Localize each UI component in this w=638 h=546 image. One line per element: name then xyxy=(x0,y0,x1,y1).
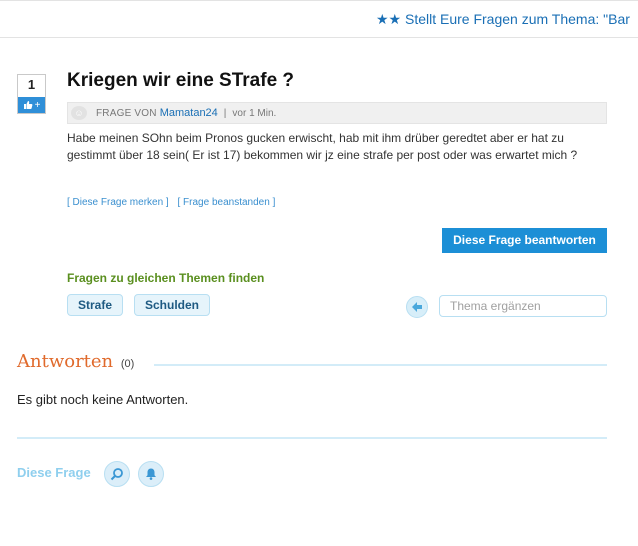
vote-box: 1 + xyxy=(17,74,46,114)
follow-question-button[interactable] xyxy=(138,461,164,487)
add-topic-input[interactable] xyxy=(439,295,607,317)
meta-separator: | xyxy=(223,107,227,119)
topic-tag-schulden[interactable]: Schulden xyxy=(134,294,211,316)
question-meta: ☺ Frage von Mamatan24 | vor 1 Min. xyxy=(67,102,607,124)
question-actions: [ Diese Frage merken ] [ Frage beanstand… xyxy=(67,197,281,208)
report-question-link[interactable]: [ Frage beanstanden ] xyxy=(178,197,276,208)
author-link[interactable]: Mamatan24 xyxy=(160,107,218,119)
ticker-text[interactable]: ★★ Stellt Eure Fragen zum Thema: "Bar xyxy=(376,11,630,28)
question-title: Kriegen wir eine STrafe ? xyxy=(67,70,295,91)
footer-label: Diese Frage xyxy=(17,465,91,480)
related-topics-heading[interactable]: Fragen zu gleichen Themen finden xyxy=(67,271,264,285)
search-question-button[interactable] xyxy=(104,461,130,487)
question-body: Habe meinen SOhn beim Pronos gucken erwi… xyxy=(67,131,578,162)
answers-heading: Antworten (0) xyxy=(17,351,134,372)
magnifier-icon xyxy=(110,468,123,481)
answers-divider xyxy=(154,364,607,366)
answers-count: (0) xyxy=(120,358,135,370)
top-banner: ★★ Stellt Eure Fragen zum Thema: "Bar xyxy=(0,0,638,38)
post-time: vor 1 Min. xyxy=(232,107,277,119)
add-topic-button[interactable] xyxy=(406,296,428,318)
meta-label: Frage von xyxy=(96,107,157,119)
no-answers-text: Es gibt noch keine Antworten. xyxy=(17,392,189,407)
answers-heading-label: Antworten xyxy=(17,351,114,372)
arrow-left-icon xyxy=(412,302,422,312)
avatar: ☺ xyxy=(71,106,87,120)
plus-icon: + xyxy=(34,99,41,111)
thumbs-up-icon xyxy=(23,101,32,109)
upvote-button[interactable]: + xyxy=(18,97,45,113)
vote-count: 1 xyxy=(27,77,36,92)
bell-icon xyxy=(146,468,156,480)
answer-question-button[interactable]: Diese Frage beantworten xyxy=(442,228,607,253)
topic-tag-strafe[interactable]: Strafe xyxy=(67,294,124,316)
bookmark-question-link[interactable]: [ Diese Frage merken ] xyxy=(67,197,169,208)
footer-divider xyxy=(17,437,607,439)
